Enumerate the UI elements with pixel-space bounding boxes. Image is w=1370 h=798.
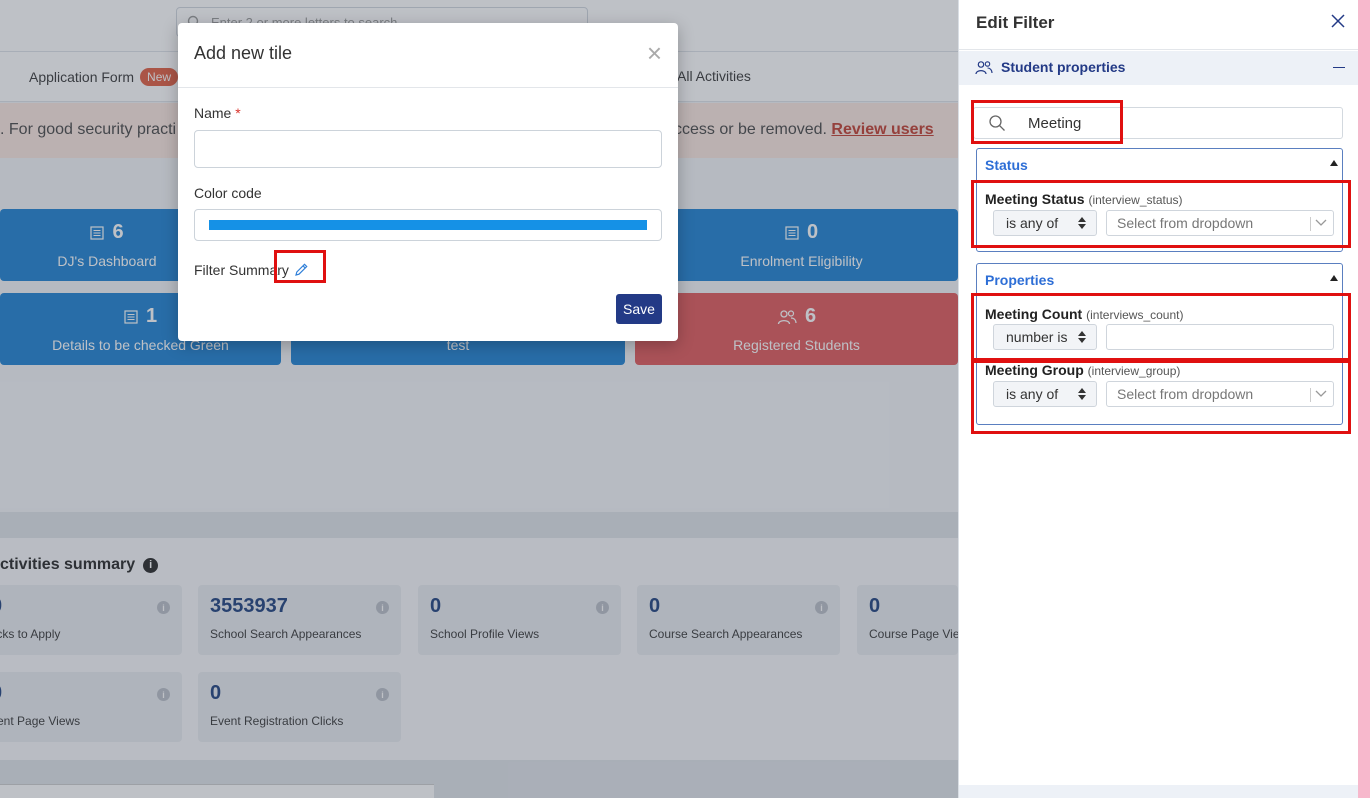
section-title-text: Student properties [1001, 59, 1126, 75]
name-label: Name * [194, 105, 241, 121]
highlight-box [971, 100, 1123, 144]
highlight-box [971, 180, 1351, 248]
highlight-box [274, 250, 326, 283]
add-tile-modal: Add new tile × Name * Color code Filter … [178, 23, 678, 341]
highlight-box [971, 360, 1351, 434]
group-title: Status [985, 157, 1028, 173]
group-title: Properties [985, 272, 1055, 288]
panel-title: Edit Filter [976, 13, 1055, 32]
student-properties-section[interactable]: Student properties [959, 51, 1359, 85]
highlight-box [971, 293, 1351, 361]
modal-header: Add new tile × [178, 23, 678, 88]
modal-title: Add new tile [194, 43, 293, 63]
users-icon [975, 60, 993, 74]
name-label-text: Name [194, 105, 232, 121]
close-icon[interactable]: × [647, 40, 662, 66]
color-code-input[interactable] [194, 209, 662, 241]
color-swatch [209, 220, 647, 230]
window-edge [1358, 0, 1370, 798]
name-input[interactable] [194, 130, 662, 168]
collapsed-section[interactable] [959, 785, 1359, 798]
edit-filter-panel: Edit Filter Student properties Meeting S… [958, 0, 1359, 798]
close-icon[interactable] [1331, 14, 1345, 28]
collapse-icon[interactable] [1333, 67, 1345, 68]
caret-up-icon[interactable] [1330, 275, 1338, 281]
save-button[interactable]: Save [616, 294, 662, 324]
color-code-label: Color code [194, 185, 262, 201]
caret-up-icon[interactable] [1330, 160, 1338, 166]
panel-header: Edit Filter [959, 0, 1359, 50]
section-title: Student properties [975, 59, 1125, 75]
required-mark: * [235, 105, 241, 121]
